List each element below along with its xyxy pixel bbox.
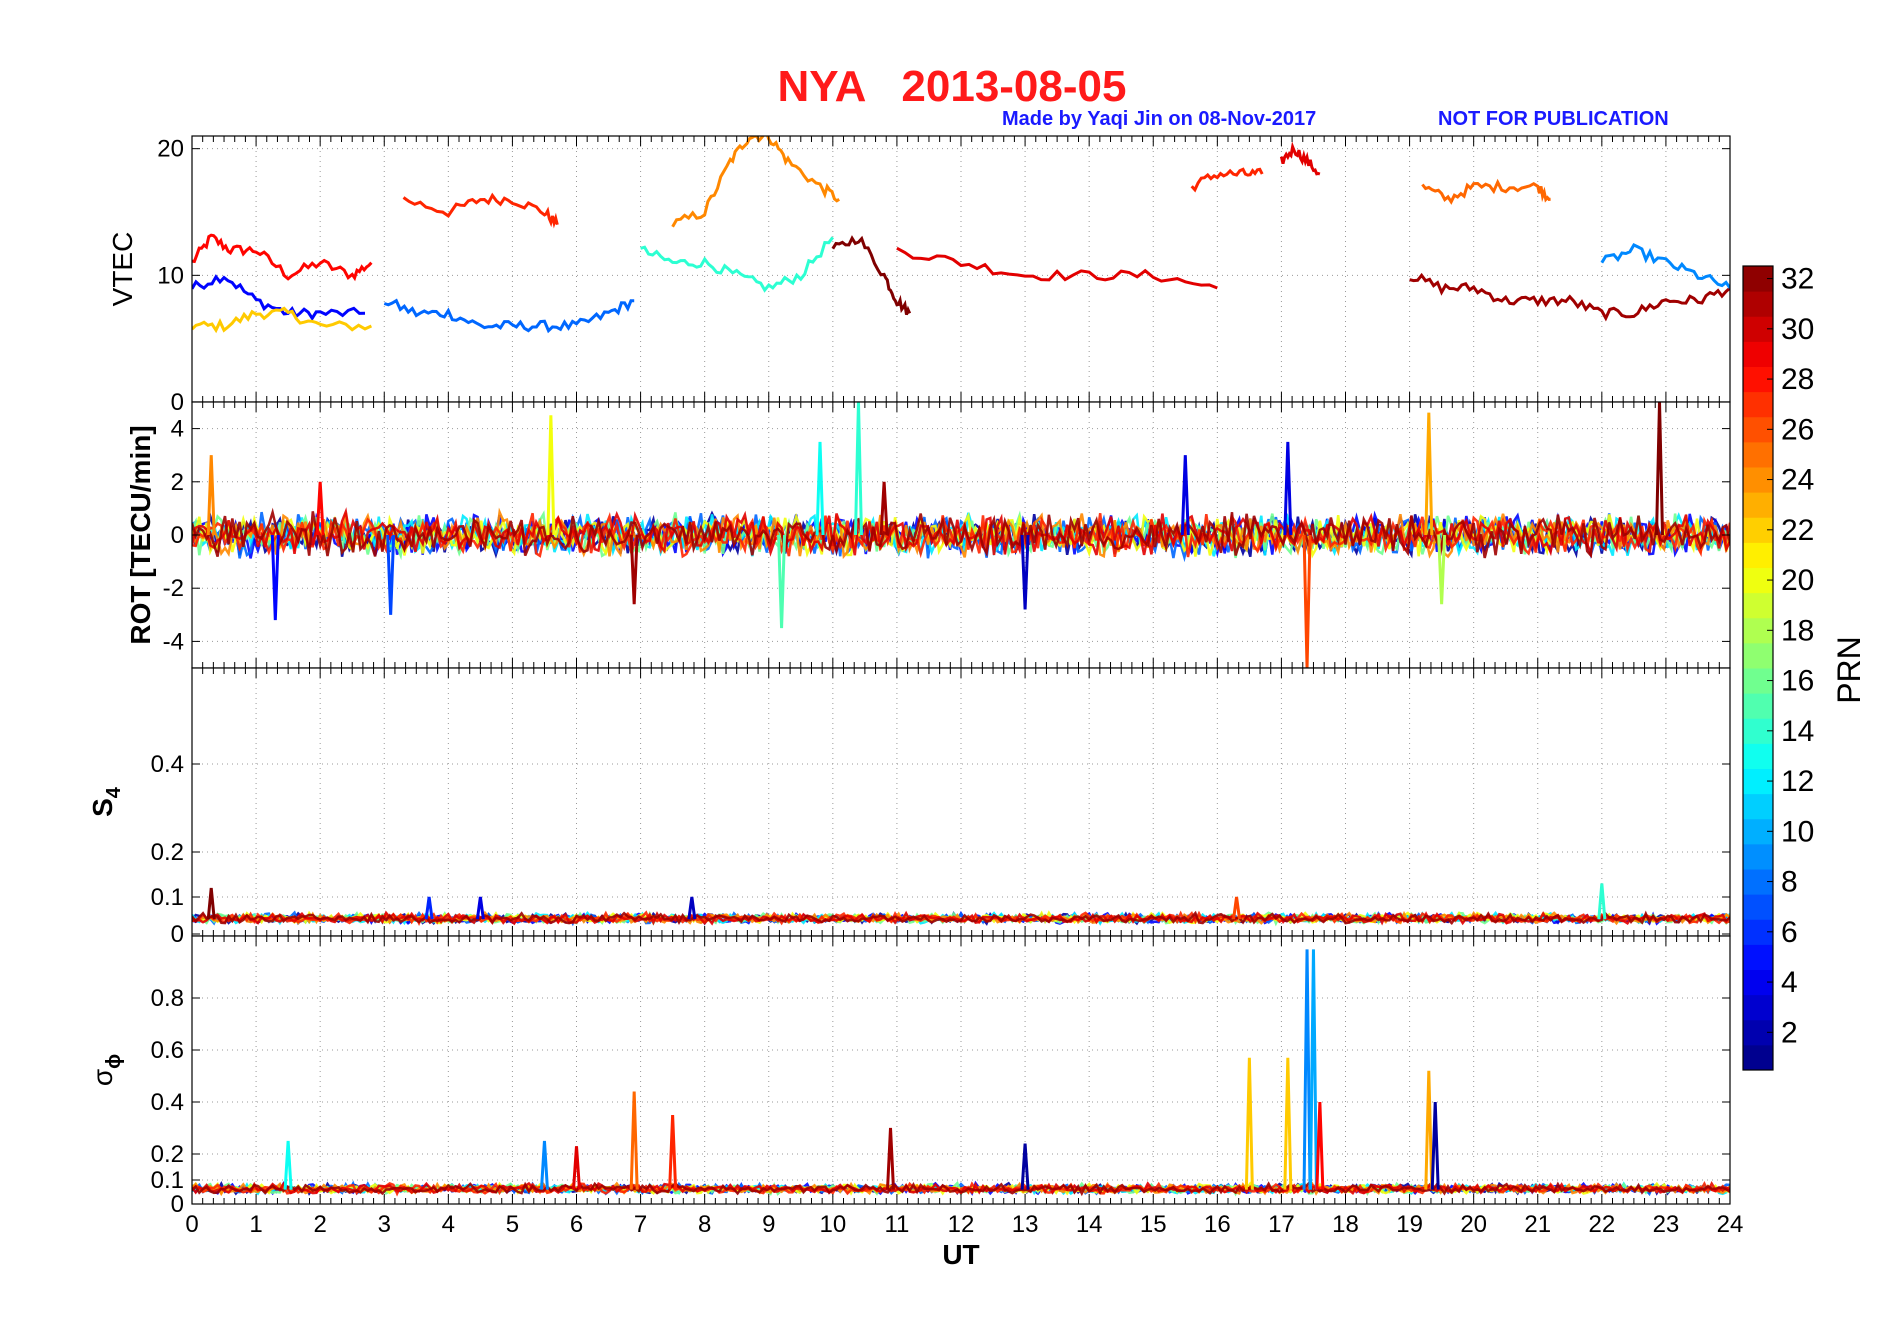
y-tick-label: 0.1: [151, 884, 184, 911]
y-tick-label: -2: [163, 575, 184, 602]
y-tick-label: 20: [157, 136, 184, 163]
y-tick-label: 0: [171, 921, 184, 948]
colorbar: 2468101214161820222426283032PRN: [1742, 263, 1867, 1071]
y-tick-label: -4: [163, 628, 184, 655]
x-tick-label: 22: [1588, 1211, 1615, 1238]
y-tick-label: 2: [171, 469, 184, 496]
y-tick-label: 0: [171, 1191, 184, 1218]
colorbar-segment: [1743, 441, 1773, 468]
x-tick-label: 10: [819, 1211, 846, 1238]
x-tick-label: 17: [1268, 1211, 1295, 1238]
x-axis-labels: 0 1 2 3 4 5 6 7 8 9 10 11 12 13 14 15 16 17 18 19 20 21 22 23 24…: [185, 1211, 1743, 1270]
x-tick-label: 1: [249, 1211, 262, 1238]
colorbar-tick-label: 32: [1781, 263, 1814, 296]
x-tick-label: 11: [884, 1211, 909, 1238]
x-tick-label: 3: [378, 1211, 391, 1238]
colorbar-tick-label: 10: [1781, 815, 1814, 848]
colorbar-segment: [1743, 843, 1773, 870]
colorbar-tick-label: 6: [1781, 916, 1798, 949]
colorbar-segment: [1743, 793, 1773, 820]
y-tick-label: 0.2: [151, 839, 184, 866]
colorbar-segment: [1743, 341, 1773, 367]
colorbar-tick-label: 18: [1781, 614, 1814, 647]
colorbar-tick-label: 24: [1781, 464, 1814, 497]
x-tick-label: 16: [1204, 1211, 1231, 1238]
y-tick-label: 0.8: [151, 985, 184, 1012]
colorbar-tick-label: 14: [1781, 715, 1814, 748]
plot-layer: 01020VTEC-4-2024ROT [TECU/min]00.10.20.4…: [87, 135, 1731, 1218]
x-tick-label: 12: [948, 1211, 975, 1238]
x-tick-label: 0: [185, 1211, 198, 1238]
x-tick-label: 14: [1076, 1211, 1103, 1238]
panel-sigma-phi: 00.10.2 0.4 0.6 0.8 σϕ: [87, 935, 1731, 1218]
y-tick-label: 0.2: [151, 1141, 184, 1168]
y-axis-label: S4: [87, 786, 125, 817]
x-tick-label: 19: [1396, 1211, 1423, 1238]
x-tick-label: 7: [634, 1211, 647, 1238]
x-tick-label: 23: [1653, 1211, 1680, 1238]
colorbar-segment: [1743, 894, 1773, 920]
y-tick-label: 0: [171, 389, 184, 416]
y-tick-label: 0.4: [151, 751, 184, 778]
colorbar-segment: [1743, 1044, 1773, 1071]
figure-canvas: 01020VTEC-4-2024ROT [TECU/min]00.10.20.4…: [87, 135, 1867, 1270]
colorbar-segment: [1743, 994, 1773, 1021]
x-tick-label: 15: [1140, 1211, 1167, 1238]
colorbar-segment: [1743, 944, 1773, 970]
x-tick-label: 21: [1524, 1211, 1551, 1238]
colorbar-segment: [1743, 291, 1773, 317]
colorbar-tick-label: 28: [1781, 363, 1814, 396]
panel-vtec: 0 10 20 VTEC: [107, 135, 1731, 416]
x-tick-label: 5: [506, 1211, 519, 1238]
colorbar-label: PRN: [1831, 636, 1867, 704]
colorbar-segment: [1743, 642, 1773, 669]
x-tick-label: 18: [1332, 1211, 1359, 1238]
colorbar-segment: [1743, 743, 1773, 769]
colorbar-segment: [1743, 391, 1773, 418]
colorbar-segment: [1743, 492, 1773, 518]
x-tick-label: 9: [762, 1211, 775, 1238]
colorbar-segment: [1743, 592, 1773, 619]
colorbar-segment: [1743, 693, 1773, 719]
colorbar-tick-label: 22: [1781, 514, 1814, 547]
y-axis-label: VTEC: [107, 232, 138, 307]
x-tick-label: 4: [442, 1211, 455, 1238]
colorbar-tick-label: 20: [1781, 564, 1814, 597]
y-tick-label: 0.6: [151, 1037, 184, 1064]
y-axis-label: σϕ: [87, 1054, 125, 1086]
x-tick-label: 13: [1012, 1211, 1039, 1238]
colorbar-tick-label: 4: [1781, 966, 1798, 999]
x-tick-label: 8: [698, 1211, 711, 1238]
colorbar-tick-label: 26: [1781, 413, 1814, 446]
x-tick-label: 6: [570, 1211, 583, 1238]
colorbar-tick-label: 2: [1781, 1016, 1798, 1049]
colorbar-tick-label: 12: [1781, 765, 1814, 798]
y-tick-label: 4: [171, 416, 184, 443]
colorbar-segment: [1743, 542, 1773, 568]
colorbar-tick-label: 30: [1781, 313, 1814, 346]
y-tick-label: 0.1: [151, 1167, 184, 1194]
y-tick-label: 0: [171, 522, 184, 549]
y-tick-label: 10: [157, 262, 184, 289]
x-tick-label: 2: [313, 1211, 326, 1238]
x-tick-label: 20: [1460, 1211, 1487, 1238]
y-tick-label: 0.4: [151, 1089, 184, 1116]
panel-rot: -4 -2 0 2 4 ROT [TECU/min]: [125, 401, 1731, 669]
panel-s4: 0 0.1 0.2 0.4 S4: [87, 667, 1731, 948]
x-axis-label: UT: [942, 1239, 979, 1270]
x-tick-label: 24: [1717, 1211, 1744, 1238]
colorbar-tick-label: 16: [1781, 665, 1814, 698]
panel-background: [192, 136, 1730, 402]
colorbar-tick-label: 8: [1781, 866, 1798, 899]
y-axis-label: ROT [TECU/min]: [125, 425, 156, 644]
